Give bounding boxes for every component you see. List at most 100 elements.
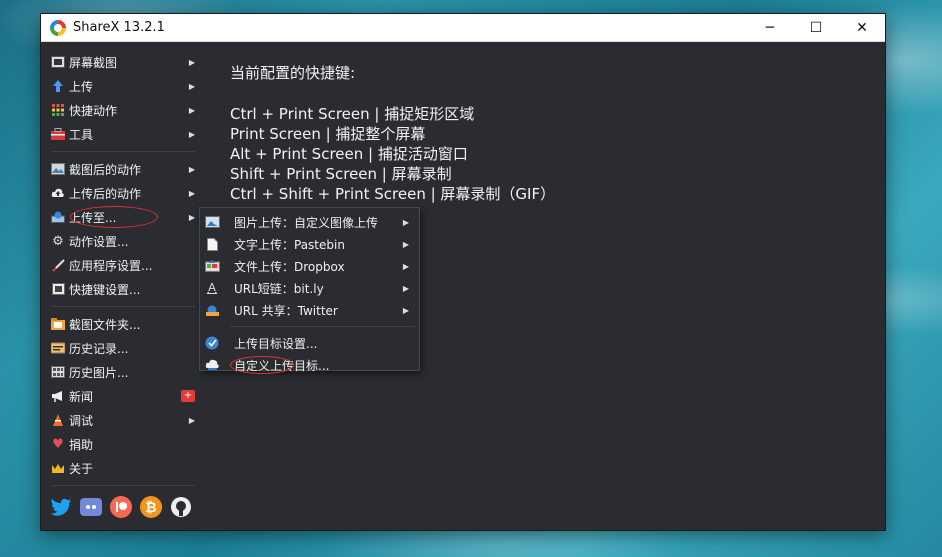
menu-divider (51, 485, 195, 486)
folder-icon (51, 317, 65, 331)
menu-item-app-settings[interactable]: 应用程序设置... (47, 253, 199, 277)
submenu-divider (230, 326, 415, 327)
submenu-item-url-shortener[interactable]: A URL短链：bit.ly ▶ (200, 277, 419, 299)
menu-item-label: 应用程序设置... (69, 258, 153, 273)
menu-item-label: 快捷键设置... (69, 282, 141, 297)
menu-item-upload[interactable]: 上传 ▶ (47, 74, 199, 98)
keyboard-icon (51, 282, 65, 296)
annotation-circle (230, 356, 294, 374)
hotkey-line: Ctrl + Print Screen | 捕捉矩形区域 (230, 105, 475, 123)
destinations-submenu: 图片上传：自定义图像上传 ▶ 文字上传：Pastebin ▶ 文件上传：Drop… (199, 207, 420, 374)
chevron-right-icon: ▶ (188, 129, 195, 139)
menu-item-task-settings[interactable]: ⚙ 动作设置... (47, 229, 199, 253)
globe-check-icon (204, 336, 220, 350)
menu-item-screenshots-folder[interactable]: 截图文件夹... (47, 312, 199, 336)
menu-item-label: 调试 (69, 413, 94, 428)
twitter-icon[interactable] (49, 495, 73, 519)
menu-item-label: 新闻 (69, 389, 94, 404)
window-controls: ─ ☐ ✕ (747, 14, 885, 41)
menu-item-label: 历史记录... (69, 341, 129, 356)
title-bar[interactable]: ShareX 13.2.1 ─ ☐ ✕ (41, 14, 885, 42)
main-menu: 屏幕截图 ▶ 上传 ▶ 快捷动作 ▶ 工具 ▶ 截图后的动作 ▶ 上传后的动作 … (47, 50, 199, 491)
wrench-icon (51, 258, 65, 272)
image-upload-icon (204, 215, 220, 229)
menu-item-label: 关于 (69, 461, 94, 476)
menu-item-image-history[interactable]: 历史图片... (47, 360, 199, 384)
menu-item-label: 截图文件夹... (69, 317, 141, 332)
close-button[interactable]: ✕ (839, 14, 885, 41)
menu-divider (51, 151, 195, 152)
hotkey-line: Ctrl + Shift + Print Screen | 屏幕录制（GIF） (230, 185, 556, 203)
url-shortener-icon: A (204, 281, 220, 295)
chevron-right-icon: ▶ (188, 415, 195, 425)
chevron-right-icon: ▶ (188, 164, 195, 174)
news-badge: + (181, 390, 195, 402)
hotkeys-panel: 当前配置的快捷键: Ctrl + Print Screen | 捕捉矩形区域 P… (230, 62, 555, 204)
screenshot-icon (51, 55, 65, 69)
submenu-item-image-uploader[interactable]: 图片上传：自定义图像上传 ▶ (200, 211, 419, 233)
minimize-button[interactable]: ─ (747, 14, 793, 41)
submenu-item-label: 上传目标设置... (234, 336, 318, 351)
menu-item-about[interactable]: 关于 (47, 456, 199, 480)
chevron-right-icon: ▶ (402, 283, 409, 293)
debug-cone-icon (51, 413, 65, 427)
heart-icon: ♥ (52, 436, 64, 452)
text-file-icon (204, 237, 220, 251)
image-icon (51, 162, 65, 176)
submenu-item-label: URL 共享：Twitter (234, 303, 338, 318)
menu-item-after-upload[interactable]: 上传后的动作 ▶ (47, 181, 199, 205)
menu-item-label: 屏幕截图 (69, 55, 118, 70)
patreon-icon[interactable] (109, 495, 133, 519)
svg-text:₿: ₿ (145, 500, 156, 516)
file-upload-icon (204, 259, 220, 273)
menu-item-destinations[interactable]: 上传至... ▶ (47, 205, 199, 229)
submenu-item-label: 图片上传：自定义图像上传 (234, 215, 379, 230)
hotkey-line: Shift + Print Screen | 屏幕录制 (230, 165, 452, 183)
submenu-item-url-sharing[interactable]: URL 共享：Twitter ▶ (200, 299, 419, 321)
hotkey-line: Print Screen | 捕捉整个屏幕 (230, 125, 426, 143)
menu-divider (51, 306, 195, 307)
gear-icon: ⚙ (52, 233, 64, 249)
history-icon (51, 341, 65, 355)
image-history-icon (51, 365, 65, 379)
discord-icon[interactable] (79, 495, 103, 519)
megaphone-icon (51, 389, 65, 403)
menu-item-hotkey-settings[interactable]: 快捷键设置... (47, 277, 199, 301)
menu-item-label: 截图后的动作 (69, 162, 142, 177)
grid-icon (51, 103, 65, 117)
menu-item-workflows[interactable]: 快捷动作 ▶ (47, 98, 199, 122)
submenu-item-text-uploader[interactable]: 文字上传：Pastebin ▶ (200, 233, 419, 255)
menu-item-donate[interactable]: ♥ 捐助 (47, 432, 199, 456)
menu-item-label: 快捷动作 (69, 103, 118, 118)
bitcoin-icon[interactable]: ₿ (139, 495, 163, 519)
menu-item-capture[interactable]: 屏幕截图 ▶ (47, 50, 199, 74)
chevron-right-icon: ▶ (188, 188, 195, 198)
maximize-button[interactable]: ☐ (793, 14, 839, 41)
sharex-logo-icon (50, 19, 66, 36)
submenu-item-custom-uploader[interactable]: 自定义上传目标... (200, 354, 419, 376)
cloud-icon (204, 358, 220, 372)
menu-item-label: 上传 (69, 79, 94, 94)
hotkey-line: Alt + Print Screen | 捕捉活动窗口 (230, 145, 468, 163)
submenu-item-file-uploader[interactable]: 文件上传：Dropbox ▶ (200, 255, 419, 277)
menu-item-history[interactable]: 历史记录... (47, 336, 199, 360)
url-share-icon (204, 303, 220, 317)
upload-arrow-icon (51, 79, 65, 93)
menu-item-label: 历史图片... (69, 365, 129, 380)
menu-item-tools[interactable]: 工具 ▶ (47, 122, 199, 146)
chevron-right-icon: ▶ (188, 81, 195, 91)
menu-item-after-capture[interactable]: 截图后的动作 ▶ (47, 157, 199, 181)
menu-item-label: 工具 (69, 127, 94, 142)
menu-item-debug[interactable]: 调试 ▶ (47, 408, 199, 432)
menu-item-label: 动作设置... (69, 234, 129, 249)
submenu-item-label: URL短链：bit.ly (234, 281, 324, 296)
menu-item-news[interactable]: 新闻 + (47, 384, 199, 408)
menu-item-label: 上传后的动作 (69, 186, 142, 201)
submenu-item-destination-settings[interactable]: 上传目标设置... (200, 332, 419, 354)
menu-item-label: 捐助 (69, 437, 94, 452)
social-links: ₿ (49, 495, 193, 519)
submenu-item-label: 文件上传：Dropbox (234, 259, 345, 274)
submenu-item-label: 文字上传：Pastebin (234, 237, 345, 252)
github-icon[interactable] (169, 495, 193, 519)
sharex-main-window: ShareX 13.2.1 ─ ☐ ✕ 屏幕截图 ▶ 上传 ▶ 快捷动作 ▶ 工… (40, 13, 886, 531)
